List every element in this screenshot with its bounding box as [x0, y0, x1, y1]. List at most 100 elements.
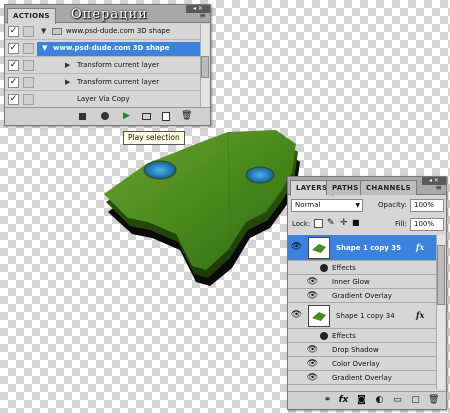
effect-name: Gradient Overlay: [332, 292, 392, 300]
effect-name: Inner Glow: [332, 278, 370, 286]
effects-label: Effects: [332, 332, 356, 340]
effects-group-row[interactable]: Effects: [288, 261, 438, 275]
lock-pixels-icon[interactable]: ✎: [327, 218, 335, 228]
opacity-label: Opacity:: [378, 201, 407, 209]
eye-icon[interactable]: 👁: [306, 291, 319, 301]
play-selection-tooltip: Play selection: [123, 131, 185, 145]
lock-position-icon[interactable]: ✛: [340, 218, 348, 228]
trash-icon[interactable]: 🗑: [428, 395, 439, 406]
scrollbar-thumb[interactable]: [201, 56, 209, 78]
lock-label: Lock:: [292, 220, 311, 228]
delete-icon[interactable]: 🗑: [181, 111, 192, 122]
checkmark-icon[interactable]: ✓: [8, 77, 19, 88]
checkmark-icon[interactable]: ✓: [8, 60, 19, 71]
actions-tabbar: ACTIONS Операции ◂ ✕ ≡: [5, 5, 210, 24]
lake-right: [245, 166, 275, 184]
effect-row[interactable]: 👁 Inner Glow: [288, 275, 438, 289]
play-icon[interactable]: ▶: [121, 111, 132, 122]
fill-input[interactable]: 100%: [410, 218, 444, 231]
effect-row[interactable]: 👁 Drop Shadow: [288, 343, 438, 357]
panel-window-controls[interactable]: ◂ ✕: [422, 177, 446, 185]
mask-icon[interactable]: ◙: [356, 395, 367, 406]
dialog-toggle[interactable]: [23, 43, 34, 54]
opacity-value: 100%: [414, 201, 435, 209]
layer-thumbnail: [308, 237, 330, 259]
new-action-icon[interactable]: [161, 111, 172, 122]
new-layer-icon[interactable]: ▢: [410, 395, 421, 406]
effect-row[interactable]: 👁 Gradient Overlay: [288, 371, 438, 385]
opacity-input[interactable]: 100%: [410, 199, 444, 212]
panel-menu-icon[interactable]: ≡: [199, 11, 206, 20]
collapse-triangle-icon[interactable]: ▶: [65, 61, 70, 69]
effects-group-row[interactable]: Effects: [288, 329, 438, 343]
eye-icon[interactable]: 👁: [290, 242, 303, 252]
dialog-toggle[interactable]: [23, 60, 34, 71]
eye-icon[interactable]: 👁: [290, 310, 303, 320]
action-step-label: Transform current layer: [77, 61, 160, 69]
new-set-icon[interactable]: [141, 111, 152, 122]
fill-value: 100%: [414, 220, 435, 228]
group-icon[interactable]: ▭: [392, 395, 403, 406]
action-step-row[interactable]: ✓ ▶ Transform current layer: [5, 58, 201, 74]
blend-mode-select[interactable]: Normal ▼: [291, 199, 363, 212]
layer-thumbnail: [308, 305, 330, 327]
expand-triangle-icon[interactable]: ▼: [42, 44, 47, 52]
scrollbar-thumb[interactable]: [437, 245, 445, 305]
actions-overlay-title: Операции: [71, 7, 148, 22]
tab-paths[interactable]: PATHS: [326, 180, 365, 195]
actions-panel: ACTIONS Операции ◂ ✕ ≡ ✓ ▼ www.psd-dude.…: [4, 4, 211, 126]
layers-panel: LAYERS PATHS CHANNELS ◂ ✕ ≡ Normal ▼ Opa…: [287, 176, 447, 410]
eye-icon[interactable]: 👁: [306, 277, 319, 287]
layers-toolbar: ⚭ fx ◙ ◐ ▭ ▢ 🗑: [288, 391, 446, 409]
eye-icon[interactable]: 👁: [306, 359, 319, 369]
action-label: www.psd-dude.com 3D shape: [53, 44, 170, 52]
checkmark-icon[interactable]: ✓: [8, 43, 19, 54]
checkmark-icon[interactable]: ✓: [8, 94, 19, 105]
panel-window-controls[interactable]: ◂ ✕: [186, 5, 210, 13]
eye-icon[interactable]: 👁: [306, 345, 319, 355]
effect-name: Drop Shadow: [332, 346, 379, 354]
fx-badge[interactable]: fx: [416, 242, 424, 252]
lock-all-icon[interactable]: ■: [352, 218, 360, 227]
effects-label: Effects: [332, 264, 356, 272]
effect-name: Gradient Overlay: [332, 374, 392, 382]
stop-icon[interactable]: [77, 111, 88, 122]
record-icon[interactable]: [99, 111, 110, 122]
actions-toolbar: ▶ 🗑: [5, 107, 210, 125]
link-icon[interactable]: ⚭: [322, 395, 333, 406]
eye-icon[interactable]: 👁: [306, 373, 319, 383]
fx-icon[interactable]: fx: [338, 395, 349, 406]
action-set-row[interactable]: ✓ ▼ www.psd-dude.com 3D shape: [5, 24, 201, 40]
action-step-label: Transform current layer: [77, 78, 160, 86]
checkmark-icon[interactable]: ✓: [8, 26, 19, 37]
actions-scrollbar[interactable]: [200, 24, 209, 108]
fx-badge[interactable]: fx: [416, 310, 424, 320]
layer-name[interactable]: Shape 1 copy 35: [336, 244, 401, 252]
action-step-label: Layer Via Copy: [77, 95, 130, 103]
layer-row[interactable]: 👁 Shape 1 copy 34 fx: [288, 303, 438, 329]
collapse-triangle-icon[interactable]: ▶: [65, 78, 70, 86]
layer-name[interactable]: Shape 1 copy 34: [336, 312, 395, 320]
expand-triangle-icon[interactable]: ▼: [41, 27, 46, 35]
tab-actions[interactable]: ACTIONS: [7, 8, 56, 24]
effect-row[interactable]: 👁 Color Overlay: [288, 357, 438, 371]
tab-channels[interactable]: CHANNELS: [360, 180, 417, 195]
action-step-row[interactable]: ✓ ▶ Transform current layer: [5, 75, 201, 91]
adjustment-icon[interactable]: ◐: [374, 395, 385, 406]
folder-icon: [52, 28, 62, 35]
action-step-row[interactable]: ✓ Layer Via Copy: [5, 92, 201, 108]
effect-row[interactable]: 👁 Gradient Overlay: [288, 289, 438, 303]
effect-icon: [320, 332, 328, 340]
fill-label: Fill:: [395, 220, 407, 228]
layer-row-selected[interactable]: 👁 Shape 1 copy 35 fx: [288, 235, 438, 261]
layers-scrollbar[interactable]: [436, 235, 445, 389]
effect-name: Color Overlay: [332, 360, 380, 368]
blend-mode-value: Normal: [295, 201, 321, 209]
action-row-selected[interactable]: ✓ ▼ www.psd-dude.com 3D shape: [5, 41, 201, 57]
lock-transparency-icon[interactable]: [314, 219, 323, 228]
dialog-toggle[interactable]: [23, 77, 34, 88]
panel-menu-icon[interactable]: ≡: [435, 183, 442, 192]
chevron-down-icon: ▼: [355, 202, 360, 209]
dialog-toggle[interactable]: [23, 26, 34, 37]
dialog-toggle[interactable]: [23, 94, 34, 105]
